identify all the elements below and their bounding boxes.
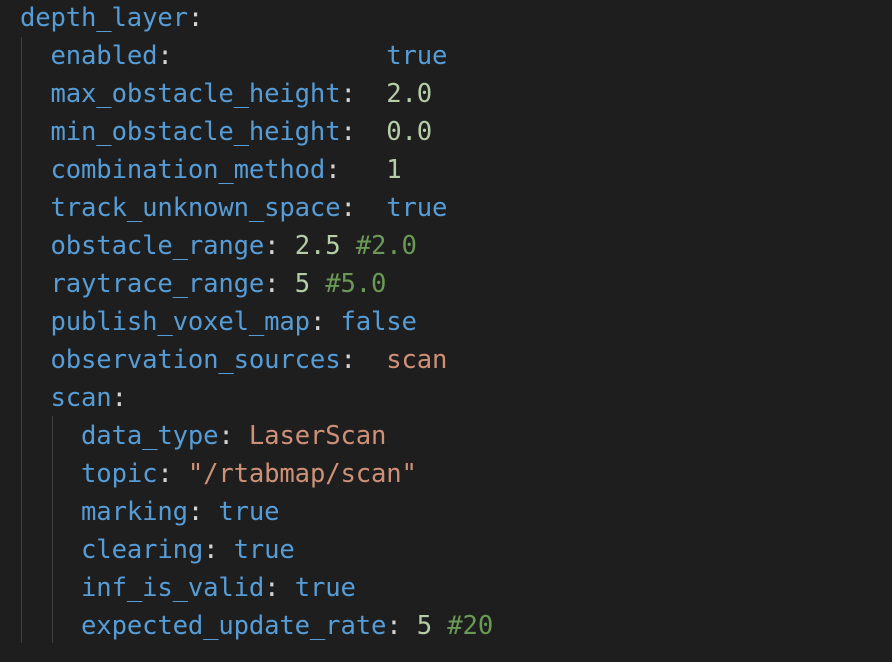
indent-guide-level-2 — [52, 416, 53, 643]
code-line[interactable]: track_unknown_space: true — [0, 189, 892, 227]
yaml-key: publish_voxel_map — [50, 307, 311, 337]
string-value: LaserScan — [248, 421, 387, 451]
punctuation — [310, 269, 325, 299]
punctuation: : — [187, 497, 219, 527]
punctuation: : — [386, 611, 417, 641]
boolean-value: true — [218, 497, 280, 527]
punctuation: : — [264, 231, 295, 261]
punctuation: : — [264, 269, 295, 299]
punctuation — [432, 611, 447, 641]
yaml-key: depth_layer — [20, 3, 188, 33]
code-line[interactable]: raytrace_range: 5 #5.0 — [0, 265, 892, 303]
yaml-key: inf_is_valid — [81, 573, 265, 603]
code-line[interactable]: publish_voxel_map: false — [0, 303, 892, 341]
code-line[interactable]: scan: — [0, 379, 892, 417]
yaml-key: raytrace_range — [50, 269, 265, 299]
yaml-key: scan — [50, 383, 112, 413]
boolean-value: true — [386, 41, 448, 71]
yaml-key: data_type — [81, 421, 219, 451]
punctuation: : — [309, 307, 341, 337]
punctuation: : — [340, 117, 387, 147]
number-value: 1 — [386, 155, 402, 185]
punctuation: : — [264, 573, 295, 603]
yaml-key: obstacle_range — [50, 231, 265, 261]
code-line[interactable]: clearing: true — [0, 531, 892, 569]
string-value: scan — [386, 345, 448, 375]
punctuation: : — [157, 41, 387, 71]
yaml-key: expected_update_rate — [81, 611, 387, 641]
yaml-key: min_obstacle_height — [50, 117, 341, 147]
code-editor[interactable]: depth_layer: enabled: true max_obstacle_… — [0, 0, 892, 645]
yaml-key: max_obstacle_height — [50, 79, 341, 109]
yaml-key: topic — [81, 459, 158, 489]
punctuation: : — [203, 535, 234, 565]
yaml-key: track_unknown_space — [50, 193, 341, 223]
code-line[interactable]: data_type: LaserScan — [0, 417, 892, 455]
boolean-value: true — [386, 193, 448, 223]
punctuation: : — [340, 79, 387, 109]
punctuation: : — [340, 193, 387, 223]
comment: #5.0 — [325, 269, 387, 299]
punctuation: : — [218, 421, 249, 451]
punctuation: : — [187, 3, 204, 33]
yaml-key: clearing — [81, 535, 204, 565]
code-line[interactable]: obstacle_range: 2.5 #2.0 — [0, 227, 892, 265]
code-line[interactable]: max_obstacle_height: 2.0 — [0, 75, 892, 113]
number-value: 5 — [294, 269, 310, 299]
boolean-value: true — [233, 535, 295, 565]
number-value: 2.5 — [294, 231, 341, 261]
indent-guide-level-1 — [21, 37, 22, 643]
code-line[interactable]: depth_layer: — [0, 0, 892, 37]
punctuation: : — [157, 459, 188, 489]
code-line[interactable]: expected_update_rate: 5 #20 — [0, 607, 892, 645]
code-line[interactable]: inf_is_valid: true — [0, 569, 892, 607]
code-line[interactable]: enabled: true — [0, 37, 892, 75]
punctuation: : — [111, 383, 127, 413]
punctuation — [340, 231, 355, 261]
code-line[interactable]: marking: true — [0, 493, 892, 531]
boolean-value: true — [294, 573, 356, 603]
number-value: 5 — [416, 611, 433, 641]
number-value: 2.0 — [386, 79, 433, 109]
comment: #2.0 — [355, 231, 417, 261]
code-line[interactable]: min_obstacle_height: 0.0 — [0, 113, 892, 151]
comment: #20 — [447, 611, 494, 641]
code-line[interactable]: combination_method: 1 — [0, 151, 892, 189]
yaml-key: combination_method — [50, 155, 326, 185]
boolean-value: false — [340, 307, 417, 337]
code-line[interactable]: observation_sources: scan — [0, 341, 892, 379]
code-line-current[interactable]: topic: "/rtabmap/scan" — [22, 455, 892, 493]
string-value: "/rtabmap/scan" — [187, 459, 417, 489]
yaml-key: enabled — [50, 41, 158, 71]
yaml-key: marking — [81, 497, 188, 527]
punctuation: : — [325, 155, 387, 185]
yaml-key: observation_sources — [50, 345, 341, 375]
punctuation: : — [340, 345, 387, 375]
number-value: 0.0 — [386, 117, 433, 147]
